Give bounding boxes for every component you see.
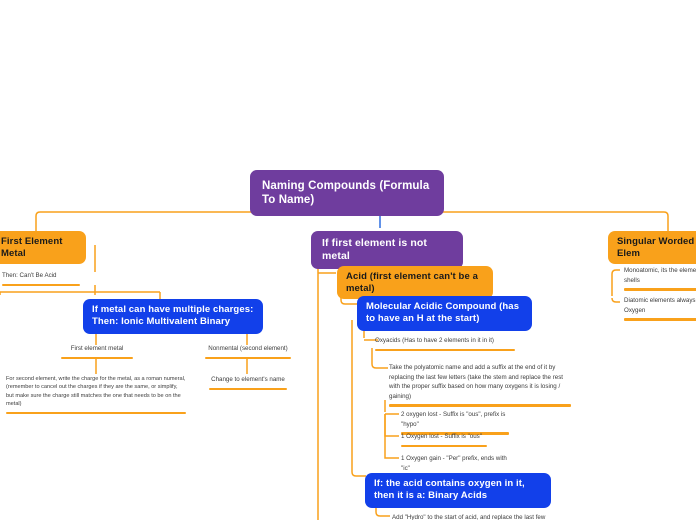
item-text: Diatomic elements always Oxygen [624,297,696,314]
suffix-text: 2 oxygen lost - Suffix is "ous", prefix … [401,411,506,428]
underline-bar [209,387,287,391]
detail-text: Change to element's name [211,376,285,383]
oxyacids-heading: Oxyacids (Has to have 2 elements in it i… [375,336,515,354]
left-note: Then: Can't Be Acid [2,271,80,289]
underline-bar [401,444,487,448]
ionic-multivalent-binary-node[interactable]: If metal can have multiple charges: Then… [83,299,263,334]
heading-text: Nonmental (second element) [208,345,288,352]
oxyacids-rule: Take the polyatomic name and add a suffi… [389,363,571,410]
detail-text: For second element, write the charge for… [6,376,186,408]
underline-bar [2,283,80,287]
right-item-2: Diatomic elements always Oxygen [624,296,696,324]
branch-left-title[interactable]: First Element Metal [0,231,86,265]
underline-bar [205,356,291,360]
underline-bar [624,318,696,321]
rule-text: Take the polyatomic name and add a suffi… [389,364,564,400]
heading-text: First element metal [70,345,124,352]
rule-text: Add "Hydro" to the start of acid, and re… [392,514,546,520]
mindmap-canvas: Naming Compounds (Formula To Name) First… [0,0,696,520]
underline-bar [624,288,696,291]
left-note-text: Then: Can't Be Acid [2,272,57,279]
branch-center-title[interactable]: If first element is not metal [311,231,463,269]
left-column-2-heading: Nonmental (second element) [205,344,291,362]
underline-bar [61,356,133,360]
root-node[interactable]: Naming Compounds (Formula To Name) [250,170,444,217]
underline-bar [6,411,186,415]
right-item-1: Monoatomic, its the eleme shells [624,266,696,294]
underline-bar [389,404,571,408]
oxyacid-suffix-item-2: 1 Oxygen lost - Suffix is "ous" [401,432,487,450]
molecular-acidic-compound-node[interactable]: Molecular Acidic Compound (has to have a… [357,296,532,331]
suffix-text: 1 Oxygen gain - "Per" prefix, ends with … [401,455,507,472]
item-text: Monoatomic, its the eleme shells [624,267,696,284]
left-column-1-heading: First element metal [61,344,133,362]
left-column-2-detail: Change to element's name [209,375,287,393]
underline-bar [375,348,515,352]
suffix-text: 1 Oxygen lost - Suffix is "ous" [401,433,482,440]
binary-acids-rule: Add "Hydro" to the start of acid, and re… [392,513,556,520]
heading-text: Oxyacids (Has to have 2 elements in it i… [375,337,494,344]
left-column-1-detail: For second element, write the charge for… [6,375,186,417]
acid-node[interactable]: Acid (first element can't be a metal) [337,266,493,300]
branch-right-title[interactable]: Singular Worded Elem [608,231,696,265]
binary-acids-node[interactable]: If: the acid contains oxygen in it, then… [365,473,551,508]
